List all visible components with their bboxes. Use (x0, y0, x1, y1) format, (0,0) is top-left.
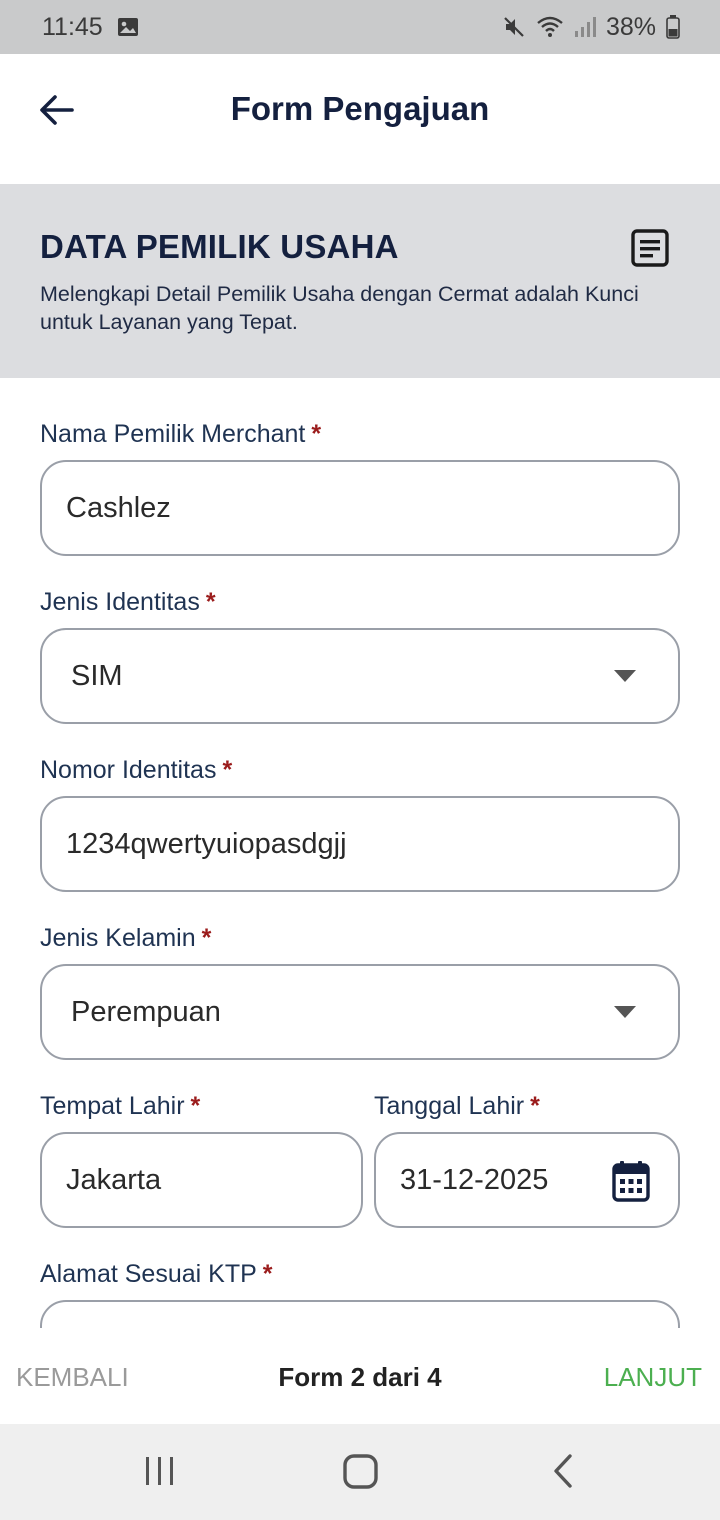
birth-place-value: Jakarta (66, 1163, 162, 1196)
owner-name-value: Cashlez (66, 491, 171, 524)
id-number-value: 1234qwertyuiopasdgjj (66, 827, 347, 860)
app-bar: Form Pengajuan (0, 54, 720, 184)
required-mark: * (190, 1092, 201, 1120)
id-type-label: Jenis Identitas * (40, 588, 216, 616)
required-mark: * (205, 588, 216, 616)
birth-place-label: Tempat Lahir * (40, 1092, 201, 1120)
gender-select[interactable]: Perempuan (40, 964, 680, 1060)
image-icon (117, 17, 139, 37)
status-bar: 11:45 38% (0, 0, 720, 54)
system-nav-bar (0, 1424, 720, 1520)
dropdown-caret-icon (614, 670, 636, 682)
id-type-select[interactable]: SIM (40, 628, 680, 724)
dropdown-caret-icon (614, 1006, 636, 1018)
home-icon[interactable] (342, 1452, 380, 1497)
birth-place-input[interactable]: Jakarta (40, 1132, 363, 1228)
address-label: Alamat Sesuai KTP * (40, 1260, 273, 1288)
status-time: 11:45 (42, 12, 103, 41)
gender-value: Perempuan (71, 995, 221, 1028)
address-input[interactable] (40, 1300, 680, 1328)
section-header: DATA PEMILIK USAHA Melengkapi Detail Pem… (0, 184, 720, 378)
document-icon (630, 228, 670, 268)
birth-date-label: Tanggal Lahir * (374, 1092, 540, 1120)
required-mark: * (530, 1092, 540, 1120)
status-left: 11:45 (42, 13, 139, 42)
required-mark: * (311, 420, 322, 448)
recents-icon[interactable] (144, 1452, 176, 1497)
status-right: 38% (502, 13, 680, 42)
id-number-input[interactable]: 1234qwertyuiopasdgjj (40, 796, 680, 892)
section-description: Melengkapi Detail Pemilik Usaha dengan C… (40, 282, 639, 334)
calendar-icon[interactable] (612, 1160, 650, 1202)
battery-icon (666, 15, 680, 39)
owner-form: Nama Pemilik Merchant * Cashlez Jenis Ide… (0, 378, 720, 1328)
page-title: Form Pengajuan (230, 90, 490, 127)
battery-level: 38% (605, 12, 656, 41)
required-mark: * (222, 756, 233, 784)
required-mark: * (262, 1260, 273, 1288)
id-type-value: SIM (71, 659, 123, 692)
bottom-action-bar: KEMBALI Form 2 dari 4 LANJUT (0, 1328, 720, 1424)
owner-name-input[interactable]: Cashlez (40, 460, 680, 556)
lanjut-button[interactable]: LANJUT (604, 1362, 702, 1393)
section-title: DATA PEMILIK USAHA (40, 228, 399, 265)
wifi-icon (536, 15, 564, 39)
mute-icon (502, 15, 526, 39)
back-icon[interactable] (550, 1452, 576, 1497)
gender-label: Jenis Kelamin * (40, 924, 212, 952)
id-number-label: Nomor Identitas * (40, 756, 233, 784)
birth-date-value: 31-12-2025 (400, 1163, 549, 1196)
required-mark: * (201, 924, 212, 952)
signal-icon (574, 16, 596, 38)
birth-date-input[interactable]: 31-12-2025 (374, 1132, 680, 1228)
owner-name-label: Nama Pemilik Merchant * (40, 420, 322, 448)
